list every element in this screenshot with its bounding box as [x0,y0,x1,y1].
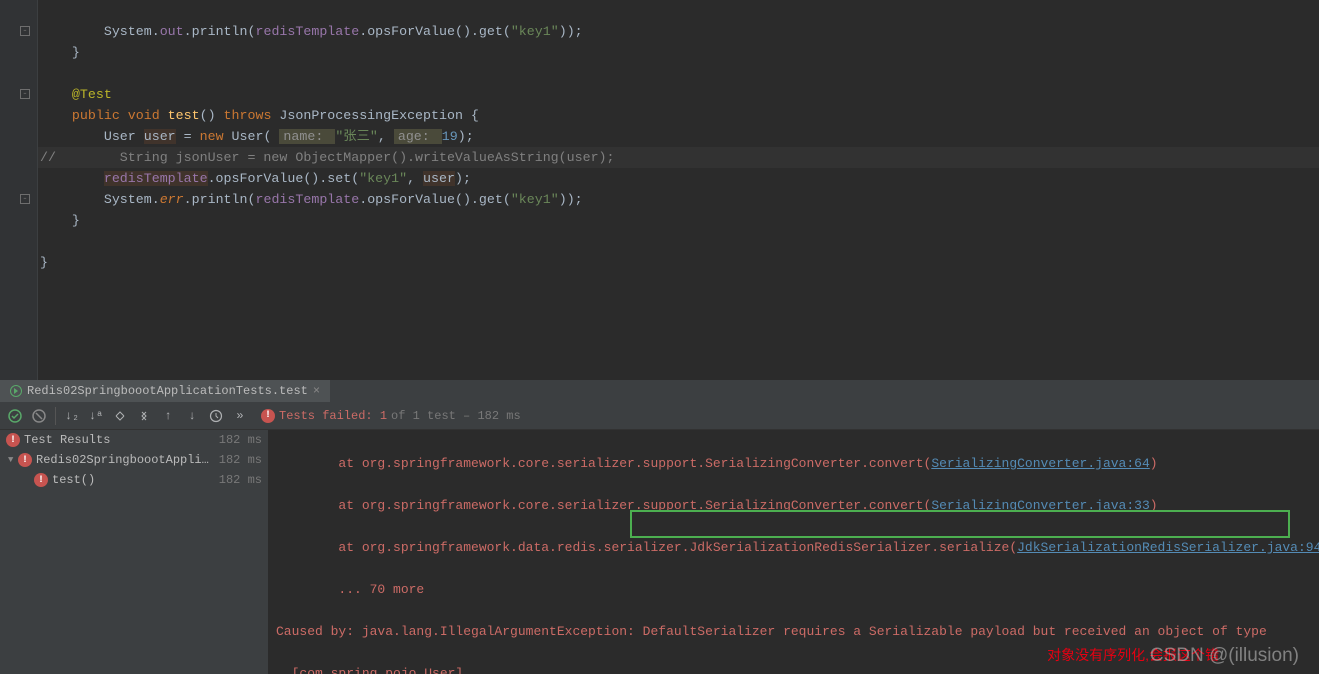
stack-link[interactable]: SerializingConverter.java:33 [931,498,1149,513]
stack-link[interactable]: SerializingConverter.java:64 [931,456,1149,471]
panel-tabs: Redis02SpringboootApplicationTests.test … [0,380,1319,402]
code-editor[interactable]: - - - System.out.println(redisTemplate.o… [0,0,1319,380]
fold-icon[interactable]: - [20,194,30,204]
tree-item[interactable]: ▼ ! Redis02SpringboootApplication 182 ms [0,450,268,470]
fold-icon[interactable]: - [20,89,30,99]
fold-icon[interactable]: - [20,26,30,36]
status-label: Tests failed: 1 [279,409,387,423]
prev-fail-icon[interactable]: ↑ [157,405,179,427]
next-fail-icon[interactable]: ↓ [181,405,203,427]
console-output[interactable]: at org.springframework.core.serializer.s… [268,430,1319,674]
sort-alpha-icon[interactable]: ↓ᵃ [85,405,107,427]
history-icon[interactable] [205,405,227,427]
run-icon [10,385,22,397]
code-content[interactable]: System.out.println(redisTemplate.opsForV… [40,0,615,294]
close-icon[interactable]: × [313,384,320,398]
collapse-icon[interactable] [133,405,155,427]
tree-root[interactable]: ! Test Results 182 ms [0,430,268,450]
status-sub: of 1 test – 182 ms [391,409,521,423]
tab-label: Redis02SpringboootApplicationTests.test [27,384,308,398]
fail-dot-icon: ! [18,453,32,467]
sort-icon[interactable]: ↓₂ [61,405,83,427]
fail-dot-icon: ! [6,433,20,447]
run-tool-window: Redis02SpringboootApplicationTests.test … [0,380,1319,674]
tree-item[interactable]: ! test() 182 ms [0,470,268,490]
watermark: CSDN @(illusion) [1150,645,1299,666]
test-tree[interactable]: ! Test Results 182 ms ▼ ! Redis02Springb… [0,430,268,674]
test-toolbar: ↓₂ ↓ᵃ ↑ ↓ » ! Tests failed: 1 of 1 test … [0,402,1319,430]
show-ignored-icon[interactable] [28,405,50,427]
expand-icon[interactable] [109,405,131,427]
stack-link[interactable]: JdkSerializationRedisSerializer.java:94 [1017,540,1319,555]
editor-gutter: - - - [0,0,38,380]
test-status: ! Tests failed: 1 of 1 test – 182 ms [261,409,521,423]
more-icon[interactable]: » [229,405,251,427]
chevron-down-icon[interactable]: ▼ [8,455,18,465]
fail-dot-icon: ! [261,409,275,423]
fail-dot-icon: ! [34,473,48,487]
show-passed-icon[interactable] [4,405,26,427]
run-tab[interactable]: Redis02SpringboootApplicationTests.test … [0,380,330,402]
